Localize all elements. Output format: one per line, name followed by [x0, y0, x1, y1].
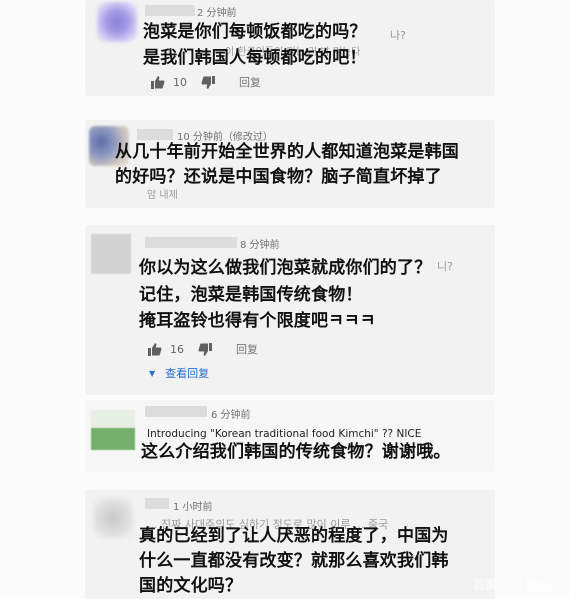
like-count: 10	[173, 75, 187, 89]
thumbs-up-icon[interactable]	[151, 75, 165, 89]
view-replies-label: 查看回复	[165, 367, 210, 380]
ghost-text: 니?	[437, 260, 453, 273]
watermark: 百家号/红樱娱乐	[472, 578, 561, 592]
avatar[interactable]	[97, 2, 137, 42]
like-count: 16	[170, 342, 184, 356]
thumbs-down-icon[interactable]	[201, 75, 215, 89]
reply-button[interactable]: 回复	[236, 341, 258, 357]
username[interactable]	[145, 498, 169, 509]
comment-text: 是我们韩国人每顿都吃的吧！	[143, 48, 367, 68]
comment-actions: 10 回复	[151, 74, 261, 90]
comment-text: 什么一直都没有改变？就那么喜欢我们韩	[139, 551, 449, 571]
username[interactable]	[145, 5, 195, 16]
comment-text: 你以为这么做我们泡菜就成你们的了？	[139, 258, 432, 278]
username[interactable]	[145, 406, 207, 417]
thumbs-up-icon[interactable]	[148, 342, 162, 356]
comment-text: 从几十年前开始全世界的人都知道泡菜是韩国	[115, 142, 459, 162]
avatar[interactable]	[91, 234, 131, 274]
reply-button[interactable]: 回复	[239, 74, 261, 90]
thumbs-down-icon[interactable]	[198, 342, 212, 356]
username[interactable]	[145, 237, 237, 248]
comment-text: 国的文化吗？	[139, 576, 243, 596]
comment-text-original: Introducing "Korean traditional food Kim…	[147, 428, 422, 440]
comment-card: 1 小时前 ... 진짜 사대주의도 심하기 정도로 많이 이루 ... 중국 …	[85, 490, 495, 599]
ghost-text: 암 내제	[147, 190, 178, 201]
comment-card: 8 分钟前 你以为这么做我们泡菜就成你们的了？ 니? 记住，泡菜是韩国传统食物！…	[85, 225, 495, 395]
comment-card: 10 分钟前（修改过） 从几十年前开始全世界的人都知道泡菜是韩国 的好吗？还说是…	[85, 120, 495, 208]
ghost-text: 나?	[390, 29, 406, 42]
comment-text: 掩耳盗铃也得有个限度吧ㅋㅋㅋ	[139, 311, 376, 331]
avatar[interactable]	[93, 498, 133, 538]
username[interactable]	[137, 129, 173, 140]
comment-time: 6 分钟前	[211, 410, 251, 421]
caret-down-icon: ▼	[149, 368, 156, 378]
reply-card: 6 分钟前 Introducing "Korean traditional fo…	[85, 400, 495, 472]
comment-text: 真的已经到了让人厌恶的程度了，中国为	[139, 526, 449, 546]
comment-card: 2 分钟前 나? 이 한국인들이 먹는 거 밥 먹는다 泡菜是你们每顿饭都吃的吗…	[85, 0, 495, 96]
comment-time: 1 小时前	[173, 502, 213, 513]
comment-text: 这么介绍我们韩国的传统食物？谢谢哦。	[141, 442, 451, 462]
view-replies-button[interactable]: ▼ 查看回复	[149, 365, 209, 381]
comment-time: 8 分钟前	[240, 240, 280, 251]
comment-text: 记住，泡菜是韩国传统食物！	[139, 285, 363, 305]
comment-actions: 16 回复	[148, 341, 258, 357]
comment-text: 泡菜是你们每顿饭都吃的吗？	[143, 22, 367, 42]
comment-time: 2 分钟前	[197, 8, 237, 19]
avatar[interactable]	[91, 410, 135, 450]
